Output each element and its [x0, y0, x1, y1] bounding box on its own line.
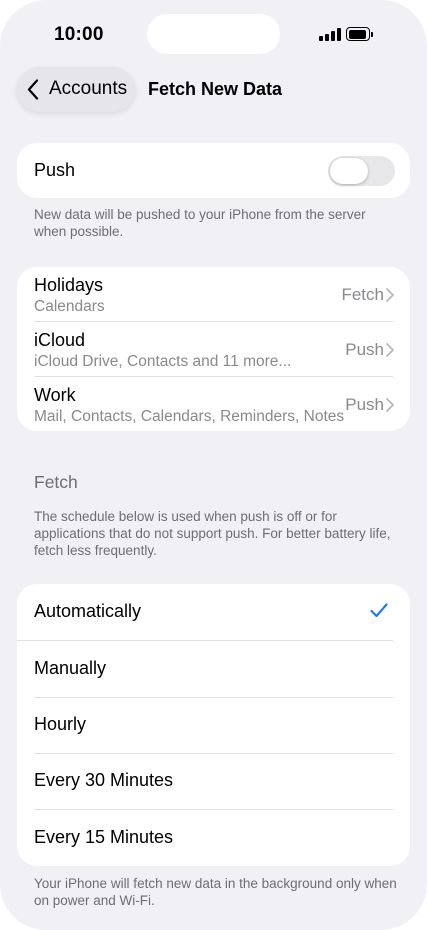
- push-card: Push: [17, 143, 410, 198]
- chevron-left-icon: [27, 79, 39, 100]
- account-row-work[interactable]: Work Mail, Contacts, Calendars, Reminder…: [17, 377, 410, 431]
- account-subtitle: Calendars: [34, 298, 105, 315]
- account-fetch-mode: Push: [345, 340, 384, 359]
- battery-icon: [346, 27, 373, 41]
- fetch-section-header: Fetch: [34, 472, 78, 492]
- chevron-right-icon: [386, 343, 394, 357]
- fetch-option-label: Hourly: [34, 714, 87, 734]
- account-title: Holidays: [34, 275, 104, 295]
- account-fetch-mode: Fetch: [341, 285, 384, 304]
- back-button-label: Accounts: [49, 78, 128, 99]
- dynamic-island: [147, 14, 280, 54]
- back-button[interactable]: Accounts: [17, 67, 135, 112]
- fetch-option-label: Automatically: [34, 601, 142, 621]
- account-subtitle: iCloud Drive, Contacts and 11 more...: [34, 353, 292, 370]
- cellular-signal-icon: [319, 28, 341, 41]
- chevron-right-icon: [386, 288, 394, 302]
- accounts-card: Holidays Calendars Fetch iCloud iCloud D…: [17, 267, 410, 431]
- account-fetch-mode: Push: [345, 395, 384, 414]
- page-title: Fetch New Data: [148, 79, 283, 99]
- account-row-icloud[interactable]: iCloud iCloud Drive, Contacts and 11 mor…: [17, 322, 410, 377]
- fetch-option-every-15-minutes[interactable]: Every 15 Minutes: [17, 810, 410, 866]
- fetch-description: The schedule below is used when push is …: [34, 509, 391, 558]
- push-label: Push: [34, 160, 76, 180]
- fetch-option-label: Every 15 Minutes: [34, 827, 174, 847]
- account-row-holidays[interactable]: Holidays Calendars Fetch: [17, 267, 410, 322]
- status-time: 10:00: [54, 24, 104, 45]
- phone-screen: 10:00 Accounts Fetch New Data Push New d…: [0, 0, 427, 930]
- fetch-option-every-30-minutes[interactable]: Every 30 Minutes: [17, 753, 410, 809]
- fetch-option-manually[interactable]: Manually: [17, 641, 410, 697]
- fetch-option-automatically[interactable]: Automatically: [17, 584, 410, 640]
- checkmark-icon: [370, 603, 388, 618]
- fetch-option-label: Every 30 Minutes: [34, 770, 174, 790]
- push-footnote: New data will be pushed to your iPhone f…: [34, 207, 366, 239]
- push-toggle[interactable]: [328, 156, 395, 186]
- fetch-options-card: Automatically Manually Hourly Every 30 M…: [17, 584, 410, 866]
- account-title: iCloud: [34, 330, 86, 350]
- account-subtitle: Mail, Contacts, Calendars, Reminders, No…: [34, 408, 345, 425]
- chevron-right-icon: [386, 398, 394, 412]
- fetch-option-label: Manually: [34, 658, 107, 678]
- account-title: Work: [34, 385, 76, 405]
- fetch-footnote: Your iPhone will fetch new data in the b…: [34, 876, 397, 908]
- toggle-knob: [330, 158, 368, 184]
- fetch-option-hourly[interactable]: Hourly: [17, 697, 410, 753]
